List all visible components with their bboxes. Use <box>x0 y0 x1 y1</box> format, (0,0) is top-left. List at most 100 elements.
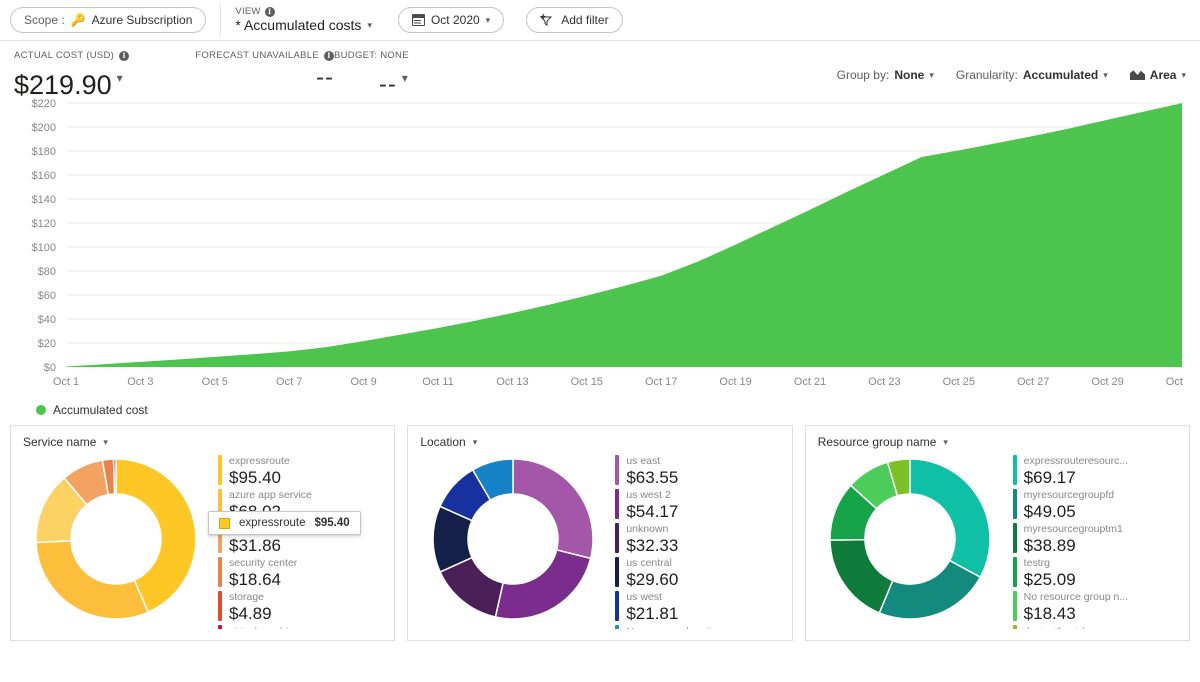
legend-item-value: $63.55 <box>626 468 678 488</box>
legend-label[interactable]: Accumulated cost <box>53 403 148 417</box>
legend-item-value: $18.43 <box>1024 604 1128 624</box>
donut-service-name[interactable] <box>11 449 216 629</box>
legend-text: us central$29.60 <box>626 557 678 590</box>
area-series-accumulated-cost[interactable] <box>66 103 1182 367</box>
legend-text: security center$18.64 <box>229 557 297 590</box>
legend-text: devtestfrontdoorrg <box>1024 625 1109 629</box>
legend-item[interactable]: No resource location <box>615 625 785 629</box>
donut-slice[interactable] <box>36 541 148 619</box>
donut-resource-group-name-svg[interactable] <box>826 455 994 623</box>
legend-item-value: $49.05 <box>1024 502 1114 522</box>
info-icon[interactable]: i <box>119 51 129 61</box>
donut-service-name-svg[interactable] <box>32 455 200 623</box>
legend-item[interactable]: myresourcegroupfd$49.05 <box>1013 489 1183 522</box>
donut-slice[interactable] <box>830 540 893 613</box>
legend-item[interactable]: No resource group n...$18.43 <box>1013 591 1183 624</box>
chart-type-control[interactable]: Area ▾ <box>1130 68 1186 82</box>
info-icon[interactable]: i <box>324 51 334 61</box>
legend-item-name: No resource group n... <box>1024 591 1128 604</box>
command-bar-divider <box>220 5 221 35</box>
forecast-value: -- <box>316 62 334 94</box>
area-chart-svg[interactable]: $0$20$40$60$80$100$120$140$160$180$200$2… <box>14 97 1186 397</box>
group-by-control[interactable]: Group by: None ▾ <box>837 68 934 82</box>
scope-label: Scope : <box>24 13 65 27</box>
budget-label-row: BUDGET: NONE <box>334 50 409 61</box>
legend-item[interactable]: expressrouteresourc...$69.17 <box>1013 455 1183 488</box>
svg-text:Oct 29: Oct 29 <box>1091 376 1123 388</box>
area-chart-icon <box>1130 69 1145 81</box>
legend-color-bar <box>218 591 222 621</box>
legend-item-name: security center <box>229 557 297 570</box>
view-value-row: * Accumulated costs ▾ <box>235 17 372 34</box>
legend-item[interactable]: us west$21.81 <box>615 591 785 624</box>
legend-color-bar <box>615 489 619 519</box>
info-icon[interactable]: i <box>265 7 275 17</box>
legend-item-value: $54.17 <box>626 502 678 522</box>
scope-picker[interactable]: Scope : 🔑 Azure Subscription <box>10 7 206 33</box>
date-range-picker[interactable]: Oct 2020 ▾ <box>398 7 504 33</box>
legend-item[interactable]: expressroute$95.40 <box>218 455 388 488</box>
donut-slice[interactable] <box>113 459 115 494</box>
legend-text: No resource group n...$18.43 <box>1024 591 1128 624</box>
card-resource-group-name-header[interactable]: Resource group name ▾ <box>806 426 1189 449</box>
legend-item[interactable]: myresourcegrouptm1$38.89 <box>1013 523 1183 556</box>
chart-controls: Group by: None ▾ Granularity: Accumulate… <box>837 50 1186 82</box>
svg-text:Oct 23: Oct 23 <box>868 376 900 388</box>
card-service-name-header[interactable]: Service name ▾ <box>11 426 394 449</box>
group-by-label: Group by: <box>837 68 890 82</box>
chevron-down-icon: ▾ <box>1181 70 1186 81</box>
legend-item[interactable]: storage$4.89 <box>218 591 388 624</box>
svg-text:Oct 11: Oct 11 <box>422 376 454 388</box>
legend-text: virtual machines <box>229 625 305 629</box>
legend-item[interactable]: unknown$32.33 <box>615 523 785 556</box>
donut-slice[interactable] <box>910 459 990 577</box>
donut-slice[interactable] <box>879 560 980 619</box>
donut-tooltip: expressroute $95.40 <box>208 511 361 535</box>
legend-item-name: virtual machines <box>229 625 305 629</box>
granularity-control[interactable]: Granularity: Accumulated ▾ <box>956 68 1108 82</box>
legend-item[interactable]: security center$18.64 <box>218 557 388 590</box>
legend-text: expressroute$95.40 <box>229 455 290 488</box>
budget-metric: BUDGET: NONE -- ▾ <box>334 50 409 101</box>
card-location-header[interactable]: Location ▾ <box>408 426 791 449</box>
view-picker[interactable]: VIEW i * Accumulated costs ▾ <box>235 6 376 34</box>
svg-text:Oct 15: Oct 15 <box>571 376 603 388</box>
donut-resource-group-name[interactable] <box>806 449 1011 629</box>
chart-legend: Accumulated cost <box>14 397 1186 417</box>
legend-text: myresourcegrouptm1$38.89 <box>1024 523 1123 556</box>
legend-text: storage$4.89 <box>229 591 272 624</box>
budget-label: BUDGET: NONE <box>334 50 409 61</box>
svg-text:Oct 19: Oct 19 <box>719 376 751 388</box>
add-filter-button[interactable]: + Add filter <box>526 7 622 33</box>
legend-item[interactable]: virtual machines <box>218 625 388 629</box>
scope-value: Azure Subscription <box>92 13 193 27</box>
actual-cost-metric: ACTUAL COST (USD) i $219.90 ▾ <box>14 50 184 101</box>
legend-item-value: $21.81 <box>626 604 678 624</box>
svg-text:Oct 31: Oct 31 <box>1166 376 1186 388</box>
legend-color-bar <box>218 625 222 629</box>
legend-item-value: $69.17 <box>1024 468 1128 488</box>
legend-item-name: expressroute <box>229 455 290 468</box>
actual-cost-value-row[interactable]: $219.90 ▾ <box>14 62 184 101</box>
legend-item[interactable]: us central$29.60 <box>615 557 785 590</box>
legend-item[interactable]: devtestfrontdoorrg <box>1013 625 1183 629</box>
legend-item[interactable]: us west 2$54.17 <box>615 489 785 522</box>
svg-text:Oct 13: Oct 13 <box>496 376 528 388</box>
legend-item-name: us west <box>626 591 678 604</box>
donut-slice[interactable] <box>513 459 593 558</box>
chevron-down-icon: ▾ <box>473 437 478 448</box>
actual-cost-label: ACTUAL COST (USD) <box>14 50 114 61</box>
granularity-label: Granularity: <box>956 68 1018 82</box>
donut-slice[interactable] <box>495 550 590 619</box>
donut-location[interactable] <box>408 449 613 629</box>
actual-cost-label-row: ACTUAL COST (USD) i <box>14 50 184 61</box>
legend-item[interactable]: us east$63.55 <box>615 455 785 488</box>
card-resource-group-name-body: expressrouteresourc...$69.17myresourcegr… <box>806 449 1189 629</box>
accumulated-cost-chart[interactable]: $0$20$40$60$80$100$120$140$160$180$200$2… <box>0 97 1200 417</box>
tooltip-label: expressroute <box>239 517 305 529</box>
donut-location-svg[interactable] <box>429 455 597 623</box>
legend-item-name: unknown <box>626 523 678 536</box>
budget-value-row[interactable]: -- ▾ <box>379 62 409 101</box>
legend-item[interactable]: testrg$25.09 <box>1013 557 1183 590</box>
svg-text:Oct 27: Oct 27 <box>1017 376 1049 388</box>
